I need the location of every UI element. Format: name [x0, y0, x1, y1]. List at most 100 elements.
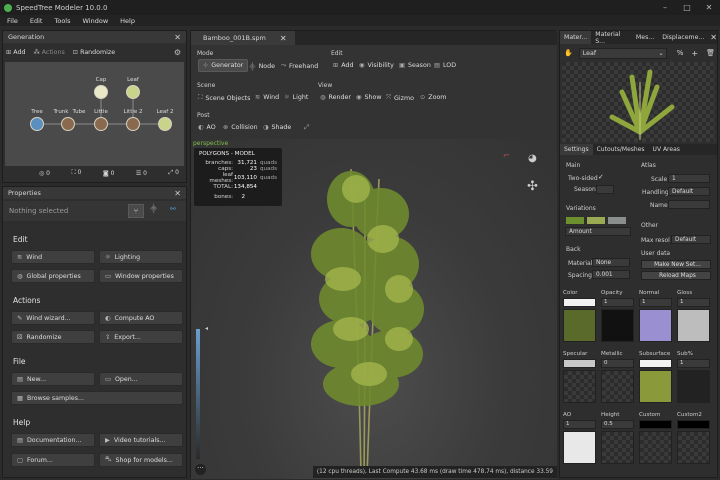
- compute-ao-button[interactable]: ◐ Compute AO: [99, 311, 183, 325]
- lighting-button[interactable]: ☼ Lighting: [99, 250, 183, 264]
- global-properties-button[interactable]: ◍ Global properties: [11, 269, 95, 283]
- add-button[interactable]: ⊞ Add: [6, 49, 25, 56]
- texture-slot-custom2[interactable]: Custom2: [677, 412, 710, 464]
- season-field[interactable]: [596, 185, 614, 194]
- tab-meshes[interactable]: Mes...: [632, 34, 658, 41]
- expand-icon[interactable]: ⤢: [304, 124, 312, 132]
- close-tab-icon[interactable]: ✕: [280, 34, 287, 43]
- texture-slot-color[interactable]: Color: [563, 290, 596, 342]
- reload-maps-button[interactable]: Reload Maps: [641, 271, 711, 280]
- scale-field[interactable]: 1: [668, 174, 710, 183]
- texture-slot-normal[interactable]: Normal 1: [639, 290, 672, 342]
- texture-slot-subsurface[interactable]: Subsurface: [639, 351, 672, 403]
- max-res-dropdown[interactable]: Default: [671, 235, 711, 244]
- menu-edit[interactable]: Edit: [30, 17, 43, 25]
- actions-button[interactable]: ⁂ Actions: [33, 49, 64, 56]
- back-material-dropdown[interactable]: None: [592, 258, 630, 267]
- minimize-icon[interactable]: –: [654, 0, 676, 15]
- open-button[interactable]: ▭ Open...: [99, 372, 183, 386]
- light-bulb-icon[interactable]: ◕: [528, 153, 537, 164]
- percent-icon[interactable]: %: [677, 49, 684, 57]
- variation-swatch-3[interactable]: [608, 217, 626, 224]
- export-button[interactable]: ⇪ Export...: [99, 330, 183, 344]
- menu-tools[interactable]: Tools: [54, 17, 70, 25]
- link-filter-icon[interactable]: ⚯: [170, 205, 176, 213]
- variation-swatch-1[interactable]: [566, 217, 584, 224]
- menu-help[interactable]: Help: [120, 17, 135, 25]
- randomize-props-button[interactable]: ⚄ Randomize: [11, 330, 95, 344]
- tab-uv-areas[interactable]: UV Areas: [649, 146, 684, 153]
- tab-materials[interactable]: Mater...: [560, 31, 592, 44]
- amount-field[interactable]: Amount: [565, 227, 631, 236]
- collision-button[interactable]: ⊗ Collision: [223, 124, 258, 131]
- window-properties-button[interactable]: ▭ Window properties: [99, 269, 183, 283]
- close-materials-icon[interactable]: ✕: [710, 33, 717, 42]
- node-tree[interactable]: [30, 117, 44, 131]
- show-button[interactable]: ◉ Show: [356, 94, 382, 101]
- node-graph[interactable]: Tree Trunk Tube Little Cap Leaf Little 2…: [5, 62, 184, 166]
- node-leaf-2[interactable]: [158, 117, 172, 131]
- add-tool-button[interactable]: ⊞ Add: [333, 62, 353, 69]
- variation-swatch-2[interactable]: [587, 217, 605, 224]
- texture-slot-specular[interactable]: Specular: [563, 351, 596, 403]
- scene-wind-button[interactable]: ≋ Wind: [255, 94, 279, 101]
- node-trunk[interactable]: [61, 117, 75, 131]
- forum-button[interactable]: ▢ Forum...: [11, 453, 95, 467]
- filter-icon[interactable]: ⑂: [128, 204, 144, 218]
- season-button[interactable]: ▣ Season: [399, 62, 431, 69]
- texture-slot-ao[interactable]: AO 1: [563, 412, 596, 464]
- wind-fan-icon[interactable]: ✣: [527, 179, 538, 194]
- generator-mode-button[interactable]: ⊹ Generator: [198, 59, 249, 72]
- documentation-button[interactable]: ▤ Documentation...: [11, 433, 95, 447]
- tab-settings[interactable]: Settings: [560, 144, 593, 155]
- node-leaf[interactable]: [126, 85, 140, 99]
- handling-dropdown[interactable]: Default: [668, 187, 710, 196]
- node-cap[interactable]: [94, 85, 108, 99]
- freehand-mode-button[interactable]: ⤳ Freehand: [281, 62, 318, 70]
- browse-samples-button[interactable]: ▦ Browse samples...: [11, 391, 183, 405]
- close-window-icon[interactable]: ✕: [698, 0, 720, 15]
- lod-button[interactable]: ▤ LOD: [434, 62, 456, 69]
- spacing-field[interactable]: 0.001: [592, 270, 630, 279]
- node-filter-icon[interactable]: ⸎: [150, 205, 157, 214]
- texture-slot-metallic[interactable]: Metallic 0: [601, 351, 634, 403]
- material-dropdown[interactable]: Leaf ⌄: [578, 47, 667, 59]
- texture-slot-opacity[interactable]: Opacity 1: [601, 290, 634, 342]
- close-properties-icon[interactable]: ✕: [174, 189, 181, 198]
- texture-slot-subpercent[interactable]: Sub% 1: [677, 351, 710, 403]
- add-material-icon[interactable]: +: [691, 49, 698, 58]
- shade-button[interactable]: ◑ Shade: [263, 124, 291, 131]
- maximize-icon[interactable]: □: [676, 0, 698, 15]
- node-little-2[interactable]: [126, 117, 140, 131]
- render-button[interactable]: ◍ Render: [320, 94, 351, 101]
- node-mode-button[interactable]: ⸎ Node: [249, 62, 275, 71]
- randomize-button[interactable]: ⊡ Randomize: [73, 49, 115, 56]
- shop-button[interactable]: ⛍ Shop for models...: [99, 453, 183, 467]
- visibility-button[interactable]: ◉ Visibility: [359, 62, 394, 69]
- texture-slot-custom[interactable]: Custom: [639, 412, 672, 464]
- two-sided-checkbox[interactable]: ✓: [598, 173, 604, 181]
- document-tab[interactable]: Bamboo_001B.spm ✕: [191, 31, 295, 45]
- gear-icon[interactable]: ⚙: [174, 48, 181, 57]
- delete-material-icon[interactable]: 🗑: [706, 49, 715, 57]
- texture-slot-gloss[interactable]: Gloss 1: [677, 290, 710, 342]
- menu-file[interactable]: File: [7, 17, 18, 25]
- light-button[interactable]: ☼ Light: [284, 94, 308, 101]
- tab-displacements[interactable]: Displaceme...: [658, 34, 708, 41]
- tab-material-sets[interactable]: Material S...: [591, 31, 632, 45]
- more-options-icon[interactable]: ···: [195, 464, 206, 475]
- close-generation-icon[interactable]: ✕: [174, 33, 181, 42]
- scene-objects-button[interactable]: ⛶ Scene Objects: [198, 94, 250, 102]
- menu-window[interactable]: Window: [83, 17, 109, 25]
- name-field[interactable]: [668, 200, 710, 209]
- make-new-set-button[interactable]: Make New Set...: [641, 260, 711, 269]
- wind-button[interactable]: ≋ Wind: [11, 250, 95, 264]
- new-button[interactable]: ▤ New...: [11, 372, 95, 386]
- zoom-button[interactable]: ⊙ Zoom: [420, 94, 446, 101]
- video-tutorials-button[interactable]: ▶ Video tutorials...: [99, 433, 183, 447]
- hand-icon[interactable]: ✋: [564, 49, 573, 57]
- node-little[interactable]: [94, 117, 108, 131]
- gizmo-button[interactable]: ⤧ Gizmo: [386, 94, 414, 102]
- wind-wizard-button[interactable]: ✎ Wind wizard...: [11, 311, 95, 325]
- ao-button[interactable]: ◐ AO: [198, 124, 216, 131]
